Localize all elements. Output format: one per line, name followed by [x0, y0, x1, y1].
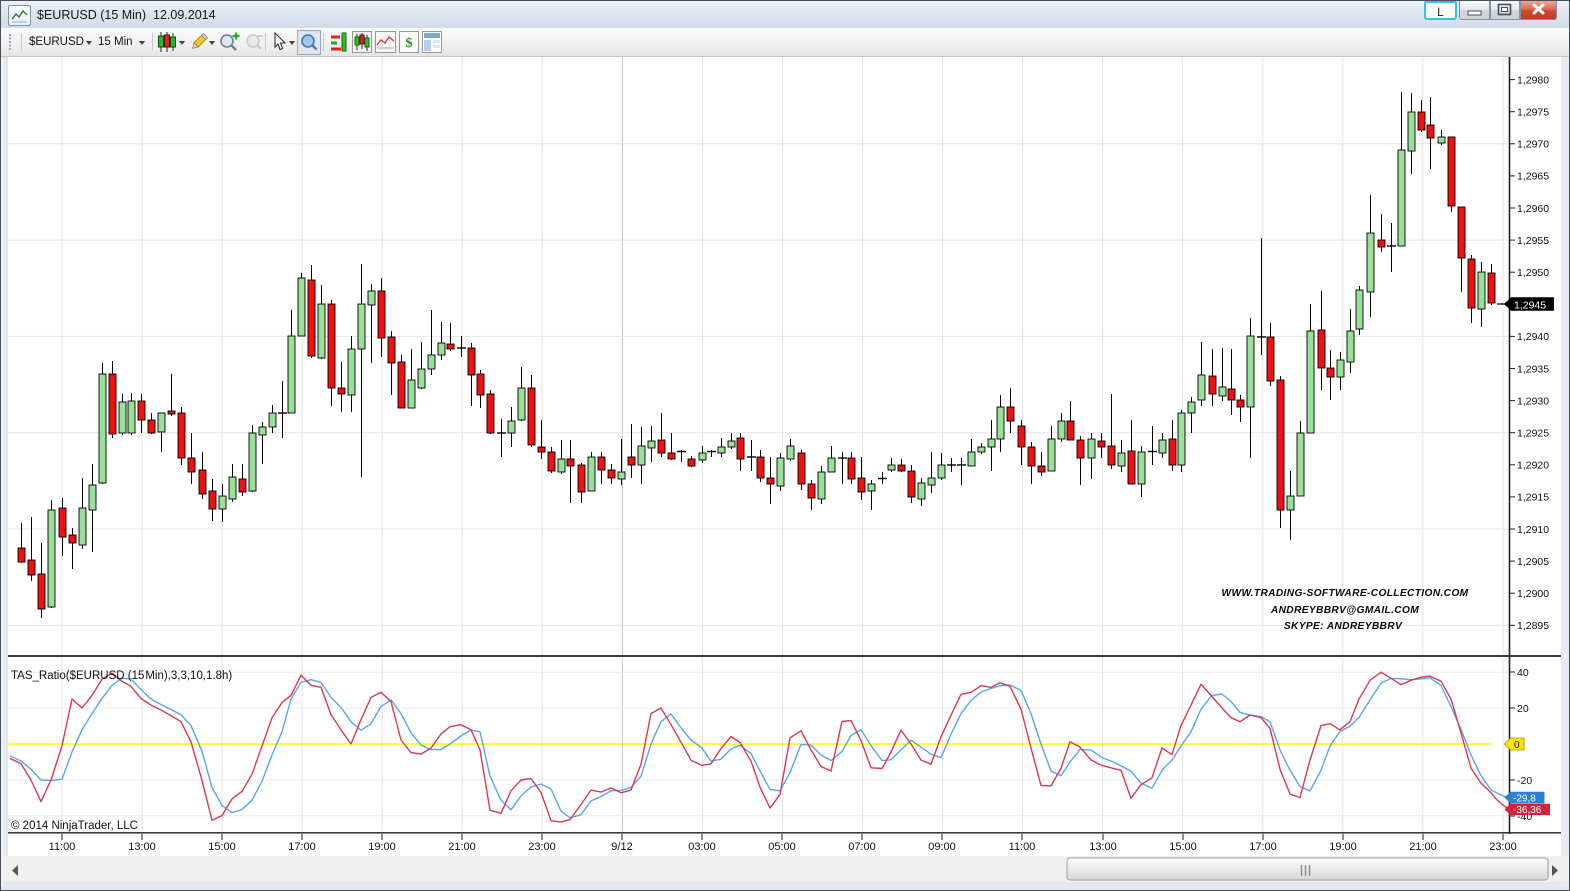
- svg-text:13:00: 13:00: [128, 841, 156, 853]
- svg-text:1,2960: 1,2960: [1517, 203, 1549, 215]
- svg-text:1,2980: 1,2980: [1517, 74, 1549, 86]
- svg-text:15:00: 15:00: [1169, 841, 1197, 853]
- svg-text:1,2920: 1,2920: [1517, 460, 1549, 472]
- svg-text:13:00: 13:00: [1089, 841, 1117, 853]
- svg-text:09:00: 09:00: [928, 841, 956, 853]
- svg-text:-29,8: -29,8: [1513, 793, 1536, 804]
- svg-text:-36,36: -36,36: [1513, 805, 1542, 816]
- svg-text:19:00: 19:00: [368, 841, 396, 853]
- svg-text:11:00: 11:00: [49, 841, 76, 853]
- svg-text:1,2930: 1,2930: [1517, 395, 1549, 407]
- svg-text:1,2940: 1,2940: [1517, 331, 1549, 343]
- svg-text:ANDREYBBRV@GMAIL.COM: ANDREYBBRV@GMAIL.COM: [1270, 605, 1419, 616]
- svg-text:1,2895: 1,2895: [1517, 620, 1549, 632]
- svg-text:$: $: [406, 36, 413, 51]
- svg-text:17:00: 17:00: [1249, 841, 1277, 853]
- svg-text:1,2900: 1,2900: [1517, 588, 1549, 600]
- svg-text:17:00: 17:00: [288, 841, 316, 853]
- svg-text:23:00: 23:00: [1489, 841, 1517, 853]
- svg-text:1,2975: 1,2975: [1517, 107, 1549, 119]
- svg-text:15:00: 15:00: [208, 841, 236, 853]
- svg-text:03:00: 03:00: [688, 841, 716, 853]
- svg-text:19:00: 19:00: [1329, 841, 1357, 853]
- svg-text:21:00: 21:00: [1409, 841, 1437, 853]
- svg-text:1,2950: 1,2950: [1517, 267, 1549, 279]
- svg-text:1,2965: 1,2965: [1517, 171, 1549, 183]
- svg-text:1,2955: 1,2955: [1517, 235, 1549, 247]
- svg-text:-20: -20: [1517, 775, 1532, 787]
- svg-text:1,2925: 1,2925: [1517, 428, 1549, 440]
- svg-text:40: 40: [1517, 667, 1529, 679]
- svg-text:SKYPE: ANDREYBBRV: SKYPE: ANDREYBBRV: [1284, 621, 1403, 632]
- svg-text:WWW.TRADING-SOFTWARE-COLLECTIO: WWW.TRADING-SOFTWARE-COLLECTION.COM: [1222, 588, 1469, 599]
- svg-text:1,2945: 1,2945: [1514, 299, 1546, 311]
- svg-text:1,2915: 1,2915: [1517, 492, 1549, 504]
- svg-text:1,2970: 1,2970: [1517, 139, 1549, 151]
- svg-text:1,2935: 1,2935: [1517, 363, 1549, 375]
- svg-text:23:00: 23:00: [528, 841, 556, 853]
- svg-text:07:00: 07:00: [848, 841, 876, 853]
- svg-text:TAS_Ratio($EURUSD (15 Min),3,3: TAS_Ratio($EURUSD (15 Min),3,3,10,1.8h): [11, 670, 232, 682]
- svg-text:21:00: 21:00: [448, 841, 476, 853]
- svg-text:05:00: 05:00: [768, 841, 796, 853]
- svg-text:11:00: 11:00: [1009, 841, 1036, 853]
- svg-text:1,2905: 1,2905: [1517, 556, 1549, 568]
- svg-text:0: 0: [1514, 740, 1520, 751]
- svg-text:1,2910: 1,2910: [1517, 524, 1549, 536]
- svg-text:9/12: 9/12: [611, 841, 632, 853]
- svg-text:20: 20: [1517, 703, 1529, 715]
- svg-text:© 2014 NinjaTrader, LLC: © 2014 NinjaTrader, LLC: [11, 820, 138, 832]
